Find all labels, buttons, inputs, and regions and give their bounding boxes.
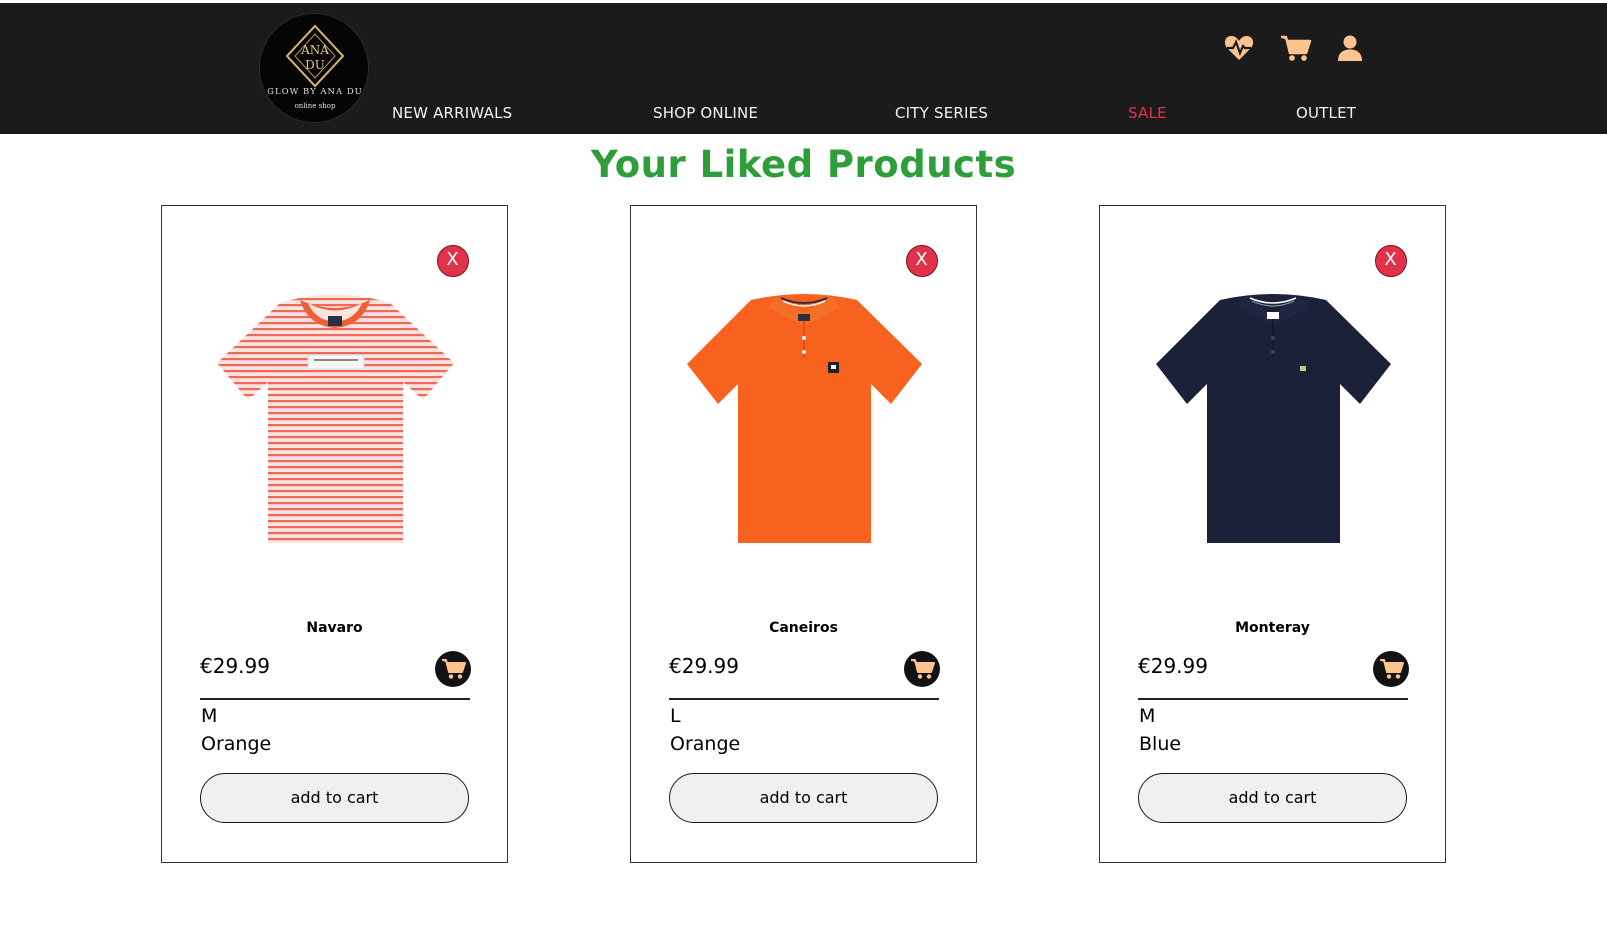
cart-icon — [1380, 659, 1404, 679]
close-icon: X — [915, 249, 928, 270]
add-to-cart-button[interactable]: add to cart — [669, 773, 938, 823]
add-to-cart-button[interactable]: add to cart — [1138, 773, 1407, 823]
product-image — [217, 294, 454, 543]
cart-icon[interactable] — [1279, 31, 1313, 65]
product-price: €29.99 — [669, 654, 739, 678]
product-color: Orange — [201, 733, 272, 755]
nav-link-shop-online[interactable]: SHOP ONLINE — [653, 104, 758, 122]
quick-add-cart-button[interactable] — [1373, 651, 1409, 687]
nav-link-sale[interactable]: SALE — [1128, 104, 1167, 122]
close-icon: X — [446, 249, 459, 270]
product-name[interactable]: Navaro — [162, 620, 507, 636]
logo-brand-name: GLOW BY ANA DU — [267, 87, 363, 97]
logo-tagline: online shop — [294, 102, 336, 110]
product-color: Orange — [670, 733, 741, 755]
quick-add-cart-button[interactable] — [435, 651, 471, 687]
heart-pulse-icon[interactable] — [1222, 31, 1256, 65]
divider — [200, 698, 470, 700]
svg-text:ANA: ANA — [300, 43, 329, 57]
product-color: Blue — [1139, 733, 1182, 755]
product-image — [687, 294, 922, 543]
product-name[interactable]: Caneiros — [631, 620, 976, 636]
divider — [1138, 698, 1408, 700]
user-icon[interactable] — [1333, 31, 1367, 65]
nav-link-outlet[interactable]: OUTLET — [1296, 104, 1356, 122]
product-card: X Monteray €29.99 M Blue add to cart — [1099, 205, 1446, 863]
navbar: ANA DU GLOW BY ANA DU online shop NEW AR… — [0, 3, 1607, 134]
brand-logo[interactable]: ANA DU GLOW BY ANA DU online shop — [259, 13, 369, 123]
page-title: Your Liked Products — [590, 143, 1017, 186]
cart-icon — [911, 659, 935, 679]
product-size: L — [670, 705, 681, 727]
product-size: M — [201, 705, 218, 727]
divider — [669, 698, 939, 700]
product-price: €29.99 — [200, 654, 270, 678]
product-size: M — [1139, 705, 1156, 727]
product-card: X Navaro €29.99 M Orange add to cart — [161, 205, 508, 863]
cart-icon — [442, 659, 466, 679]
product-price: €29.99 — [1138, 654, 1208, 678]
nav-link-new-arrivals[interactable]: NEW ARRIWALS — [392, 104, 512, 122]
remove-like-button[interactable]: X — [906, 245, 938, 277]
product-card: X Caneiros €29.99 L Orange add to cart — [630, 205, 977, 863]
close-icon: X — [1384, 249, 1397, 270]
quick-add-cart-button[interactable] — [904, 651, 940, 687]
remove-like-button[interactable]: X — [1375, 245, 1407, 277]
svg-text:DU: DU — [305, 58, 325, 72]
remove-like-button[interactable]: X — [437, 245, 469, 277]
nav-link-city-series[interactable]: CITY SERIES — [895, 104, 988, 122]
product-image — [1156, 294, 1391, 543]
product-name[interactable]: Monteray — [1100, 620, 1445, 636]
add-to-cart-button[interactable]: add to cart — [200, 773, 469, 823]
